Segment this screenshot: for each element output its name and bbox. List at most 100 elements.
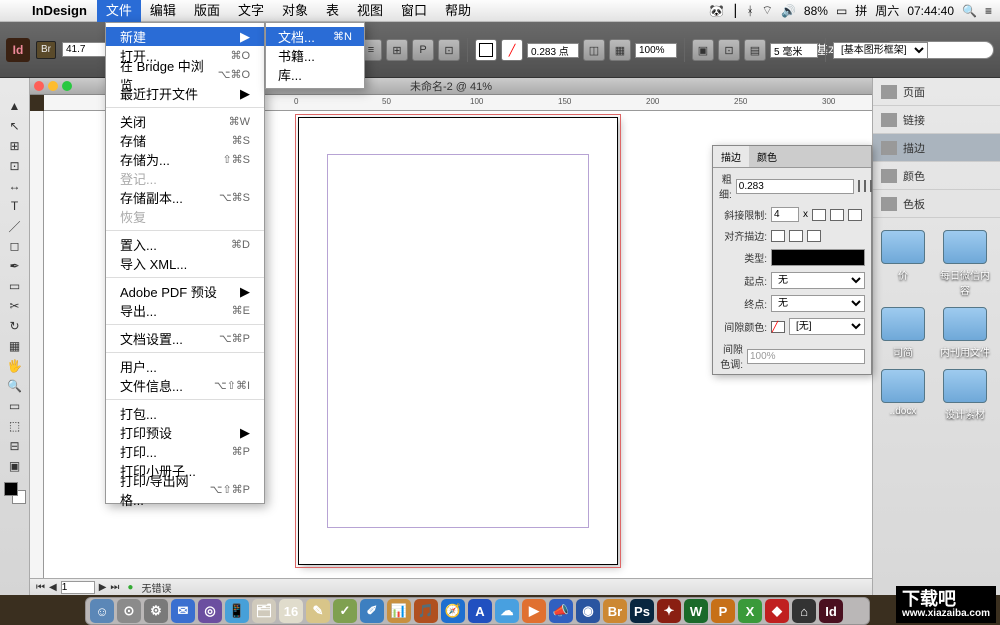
join-bevel-icon[interactable]: [848, 209, 862, 221]
join-miter-icon[interactable]: [812, 209, 826, 221]
battery-percent[interactable]: 88%: [804, 4, 828, 18]
dock-app-icon[interactable]: ☺: [90, 599, 114, 623]
prev-page-icon[interactable]: ◀: [49, 582, 57, 593]
none-swatch-icon[interactable]: ╱: [771, 321, 785, 333]
desktop-folder[interactable]: 设计素材: [938, 369, 992, 421]
desktop-folder[interactable]: 价: [876, 230, 930, 297]
dock-app-icon[interactable]: ☁: [495, 599, 519, 623]
dock-app-icon[interactable]: 🎵: [414, 599, 438, 623]
panel-stroke[interactable]: 描边: [873, 134, 1000, 162]
tool-1[interactable]: ↖: [2, 116, 28, 136]
fill-stroke-swatch[interactable]: [4, 482, 26, 504]
dock-app-icon[interactable]: ✎: [306, 599, 330, 623]
dock-app-icon[interactable]: ⚙: [144, 599, 168, 623]
weight-field[interactable]: [736, 179, 854, 194]
dock-app-icon[interactable]: ✐: [360, 599, 384, 623]
desktop-folder[interactable]: 内刊用文件: [938, 307, 992, 359]
opt-icon[interactable]: P: [412, 39, 434, 61]
menu-帮助[interactable]: 帮助: [436, 0, 480, 22]
page-field[interactable]: [61, 581, 95, 594]
dock-app-icon[interactable]: A: [468, 599, 492, 623]
dock-app-icon[interactable]: 📊: [387, 599, 411, 623]
dock-app-icon[interactable]: ◎: [198, 599, 222, 623]
desktop-folder[interactable]: 每日微信内容: [938, 230, 992, 297]
tool-5[interactable]: T: [2, 196, 28, 216]
opt-icon[interactable]: ▦: [609, 39, 631, 61]
gaptint-field[interactable]: [747, 349, 865, 364]
dock-app-icon[interactable]: Id: [819, 599, 843, 623]
tool-2[interactable]: ⊞: [2, 136, 28, 156]
tool-15[interactable]: ▭: [2, 396, 28, 416]
menuitem-导出...[interactable]: 导出...⌘E: [106, 301, 264, 320]
close-window-icon[interactable]: [34, 81, 44, 91]
dock-app-icon[interactable]: Ps: [630, 599, 654, 623]
tool-10[interactable]: ✂: [2, 296, 28, 316]
menuitem-导入 XML...[interactable]: 导入 XML...: [106, 254, 264, 273]
clock-time[interactable]: 07:44:40: [907, 4, 954, 18]
bluetooth-icon[interactable]: ᚼ: [746, 4, 753, 18]
no-fill-icon[interactable]: ╱: [501, 39, 523, 61]
ime-indicator[interactable]: 拼: [855, 2, 867, 19]
gapcolor-combo[interactable]: [无]: [789, 318, 865, 335]
stroke-tab[interactable]: 描边: [713, 146, 749, 167]
bridge-icon[interactable]: Br: [36, 41, 56, 59]
menu-版面[interactable]: 版面: [185, 0, 229, 22]
minimize-window-icon[interactable]: [48, 81, 58, 91]
opt-icon[interactable]: ▤: [744, 39, 766, 61]
desktop-folder[interactable]: ..docx: [876, 369, 930, 421]
menuitem-打包...[interactable]: 打包...: [106, 404, 264, 423]
menu-表[interactable]: 表: [317, 0, 348, 22]
menu-文字[interactable]: 文字: [229, 0, 273, 22]
last-page-icon[interactable]: ⏭: [110, 582, 119, 593]
menuitem-存储[interactable]: 存储⌘S: [106, 131, 264, 150]
menuitem-用户...[interactable]: 用户...: [106, 357, 264, 376]
view-percent-field[interactable]: [635, 43, 677, 58]
submenu-库...[interactable]: 库...: [266, 65, 364, 84]
submenu-书籍...[interactable]: 书籍...: [266, 46, 364, 65]
opt-icon[interactable]: ◫: [583, 39, 605, 61]
first-page-icon[interactable]: ⏮: [36, 582, 45, 593]
dock-app-icon[interactable]: ◆: [765, 599, 789, 623]
tool-8[interactable]: ✒: [2, 256, 28, 276]
end-combo[interactable]: 无: [771, 295, 865, 312]
menuitem-文件信息...[interactable]: 文件信息...⌥⇧⌘I: [106, 376, 264, 395]
dock-app-icon[interactable]: 📣: [549, 599, 573, 623]
zoom-window-icon[interactable]: [62, 81, 72, 91]
menu-extra-icon[interactable]: 🐼: [709, 4, 724, 18]
dock-app-icon[interactable]: 🧭: [441, 599, 465, 623]
menu-对象[interactable]: 对象: [273, 0, 317, 22]
menu-编辑[interactable]: 编辑: [141, 0, 185, 22]
panel-color[interactable]: 颜色: [873, 162, 1000, 190]
panel-pages[interactable]: 页面: [873, 78, 1000, 106]
app-name[interactable]: InDesign: [22, 3, 97, 18]
join-round-icon[interactable]: [830, 209, 844, 221]
menuitem-Adobe PDF 预设[interactable]: Adobe PDF 预设▶: [106, 282, 264, 301]
opt-icon[interactable]: ▣: [692, 39, 714, 61]
dock-app-icon[interactable]: Br: [603, 599, 627, 623]
stroke-weight-field[interactable]: [527, 43, 579, 58]
menuitem-新建[interactable]: 新建▶: [106, 27, 264, 46]
spotlight-icon[interactable]: 🔍: [962, 4, 977, 18]
dock-app-icon[interactable]: X: [738, 599, 762, 623]
cap-butt-icon[interactable]: [858, 180, 860, 192]
dock-app-icon[interactable]: ✉: [171, 599, 195, 623]
tool-16[interactable]: ⬚: [2, 416, 28, 436]
tool-3[interactable]: ⊡: [2, 156, 28, 176]
dock-app-icon[interactable]: ▶: [522, 599, 546, 623]
desktop-folder[interactable]: 司简: [876, 307, 930, 359]
tool-0[interactable]: ▲: [2, 96, 28, 116]
preflight-icon[interactable]: ●: [127, 582, 133, 593]
tool-6[interactable]: ／: [2, 216, 28, 236]
align-outside-icon[interactable]: [807, 230, 821, 242]
volume-icon[interactable]: 🔊: [781, 4, 796, 18]
cap-round-icon[interactable]: [864, 180, 866, 192]
dock-app-icon[interactable]: ◉: [576, 599, 600, 623]
stroke-type-combo[interactable]: [771, 249, 865, 266]
menuitem-打印...[interactable]: 打印...⌘P: [106, 442, 264, 461]
color-tab[interactable]: 颜色: [749, 146, 785, 167]
menuitem-打印/导出网格...[interactable]: 打印/导出网格...⌥⇧⌘P: [106, 480, 264, 499]
tool-12[interactable]: ▦: [2, 336, 28, 356]
panel-links[interactable]: 链接: [873, 106, 1000, 134]
menuitem-最近打开文件[interactable]: 最近打开文件▶: [106, 84, 264, 103]
menu-窗口[interactable]: 窗口: [392, 0, 436, 22]
